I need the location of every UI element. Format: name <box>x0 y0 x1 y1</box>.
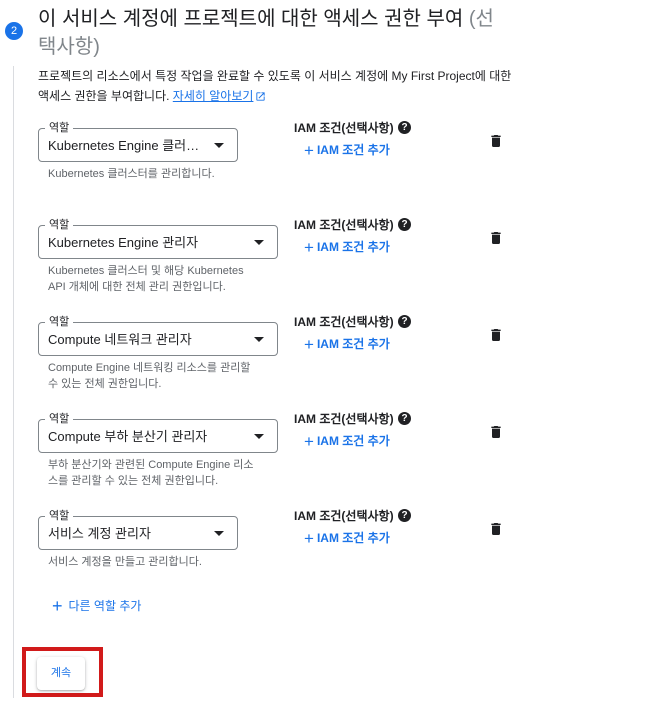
role-row-5: 역할 서비스 계정 관리자 서비스 계정을 만들고 관리합니다. IAM 조건(… <box>38 506 518 596</box>
iam-condition-title: IAM 조건(선택사항) <box>294 509 394 523</box>
description-text: 프로젝트의 리소스에서 특정 작업을 완료할 수 있도록 이 서비스 계정에 M… <box>38 69 512 103</box>
iam-condition-title: IAM 조건(선택사항) <box>294 412 394 426</box>
role-select-label: 역할 <box>45 412 74 426</box>
delete-icon[interactable] <box>488 132 504 150</box>
role-hint: Kubernetes 클러스터 및 해당 Kubernetes API 개체에 … <box>48 265 244 293</box>
iam-condition-title: IAM 조건(선택사항) <box>294 218 394 232</box>
role-select[interactable]: 역할 Kubernetes Engine 관리자 <box>38 218 278 259</box>
chevron-down-icon <box>254 337 264 342</box>
role-select[interactable]: 역할 Compute 부하 분산기 관리자 <box>38 412 278 453</box>
role-select-value: Kubernetes Engine 클러스... <box>48 138 208 153</box>
role-select-label: 역할 <box>45 218 74 232</box>
step-description: 프로젝트의 리소스에서 특정 작업을 완료할 수 있도록 이 서비스 계정에 M… <box>38 66 518 106</box>
add-another-role-label: 다른 역할 추가 <box>68 599 142 613</box>
role-row-3: 역할 Compute 네트워크 관리자 Compute Engine 네트워킹 … <box>38 312 518 402</box>
add-iam-condition-button[interactable]: + IAM 조건 추가 <box>304 433 390 450</box>
chevron-down-icon <box>214 143 224 148</box>
add-iam-condition-button[interactable]: + IAM 조건 추가 <box>304 530 390 547</box>
delete-icon[interactable] <box>488 520 504 538</box>
delete-icon[interactable] <box>488 229 504 247</box>
external-link-icon <box>256 92 266 101</box>
role-select-value: 서비스 계정 관리자 <box>48 526 151 541</box>
iam-condition-title: IAM 조건(선택사항) <box>294 121 394 135</box>
role-select-label: 역할 <box>45 121 74 135</box>
role-hint: Compute Engine 네트워킹 리소스를 관리할 수 있는 전체 권한입… <box>48 362 251 390</box>
step-connector-line <box>13 66 14 698</box>
help-icon[interactable]: ? <box>398 412 411 425</box>
role-select-value: Compute 네트워크 관리자 <box>48 332 192 347</box>
role-hint: Kubernetes 클러스터를 관리합니다. <box>48 168 215 180</box>
role-select[interactable]: 역할 서비스 계정 관리자 <box>38 509 238 550</box>
step-number-badge: 2 <box>5 22 23 40</box>
plus-icon: + <box>52 596 63 616</box>
role-row-4: 역할 Compute 부하 분산기 관리자 부하 분산기와 관련된 Comput… <box>38 409 518 499</box>
add-iam-condition-label: IAM 조건 추가 <box>316 337 390 351</box>
plus-icon: + <box>304 335 314 354</box>
delete-icon[interactable] <box>488 326 504 344</box>
role-select[interactable]: 역할 Kubernetes Engine 클러스... <box>38 121 238 162</box>
add-another-role-button[interactable]: + 다른 역할 추가 <box>52 596 142 616</box>
role-hint: 부하 분산기와 관련된 Compute Engine 리소스를 관리할 수 있는… <box>48 459 254 487</box>
add-iam-condition-label: IAM 조건 추가 <box>316 143 390 157</box>
role-select[interactable]: 역할 Compute 네트워크 관리자 <box>38 315 278 356</box>
plus-icon: + <box>304 238 314 257</box>
chevron-down-icon <box>254 240 264 245</box>
delete-icon[interactable] <box>488 423 504 441</box>
help-icon[interactable]: ? <box>398 509 411 522</box>
iam-condition-title: IAM 조건(선택사항) <box>294 315 394 329</box>
chevron-down-icon <box>254 434 264 439</box>
help-icon[interactable]: ? <box>398 315 411 328</box>
add-iam-condition-button[interactable]: + IAM 조건 추가 <box>304 239 390 256</box>
add-iam-condition-button[interactable]: + IAM 조건 추가 <box>304 142 390 159</box>
add-iam-condition-label: IAM 조건 추가 <box>316 240 390 254</box>
role-select-value: Compute 부하 분산기 관리자 <box>48 429 208 444</box>
add-iam-condition-label: IAM 조건 추가 <box>316 531 390 545</box>
role-row-1: 역할 Kubernetes Engine 클러스... Kubernetes 클… <box>38 118 518 208</box>
step-title-text: 이 서비스 계정에 프로젝트에 대한 액세스 권한 부여 <box>38 8 464 30</box>
role-hint: 서비스 계정을 만들고 관리합니다. <box>48 556 202 568</box>
plus-icon: + <box>304 529 314 548</box>
step-title: 이 서비스 계정에 프로젝트에 대한 액세스 권한 부여 (선택사항) <box>38 5 508 61</box>
role-select-label: 역할 <box>45 509 74 523</box>
chevron-down-icon <box>214 531 224 536</box>
continue-button[interactable]: 계속 <box>37 657 85 690</box>
help-icon[interactable]: ? <box>398 218 411 231</box>
plus-icon: + <box>304 141 314 160</box>
learn-more-link[interactable]: 자세히 알아보기 <box>173 89 254 103</box>
add-iam-condition-button[interactable]: + IAM 조건 추가 <box>304 336 390 353</box>
role-select-label: 역할 <box>45 315 74 329</box>
plus-icon: + <box>304 432 314 451</box>
role-select-value: Kubernetes Engine 관리자 <box>48 235 199 250</box>
role-row-2: 역할 Kubernetes Engine 관리자 Kubernetes 클러스터… <box>38 215 518 305</box>
add-iam-condition-label: IAM 조건 추가 <box>316 434 390 448</box>
help-icon[interactable]: ? <box>398 121 411 134</box>
